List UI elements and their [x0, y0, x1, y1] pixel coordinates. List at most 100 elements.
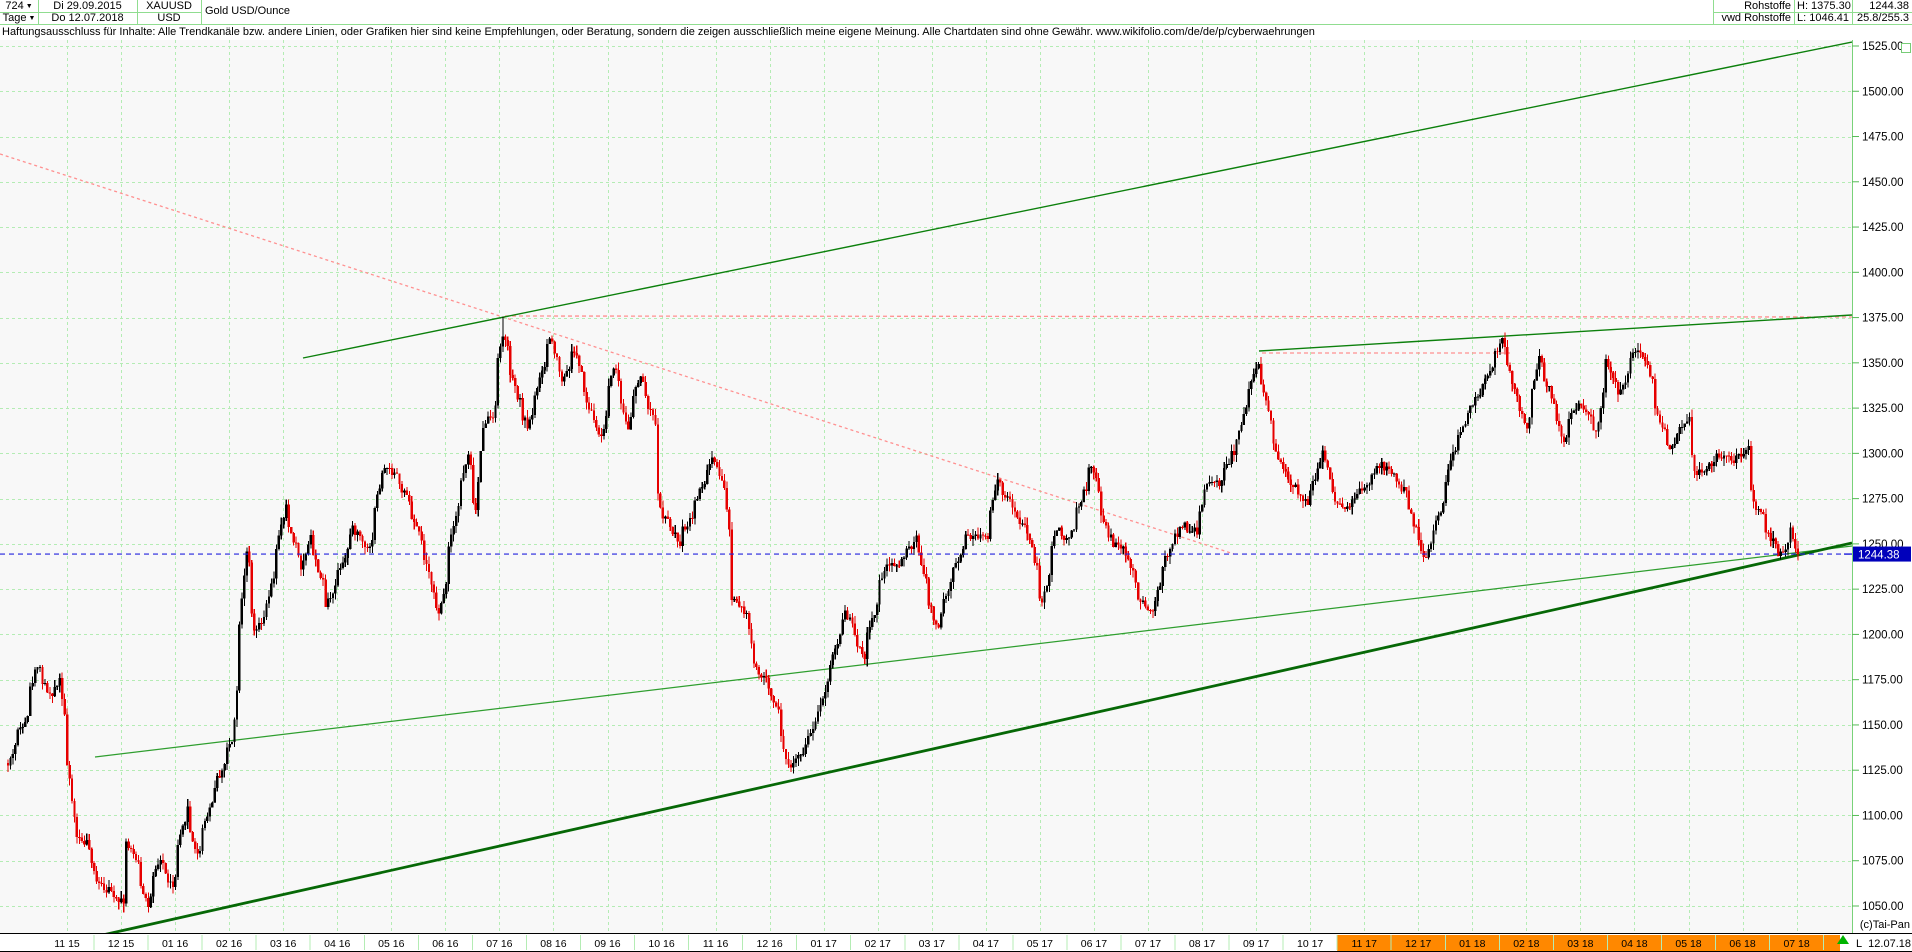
ohlc-bar [177, 840, 179, 880]
ohlc-bar [1137, 582, 1139, 601]
ohlc-bar [1605, 354, 1607, 397]
x-axis-label: 11 16 [703, 938, 729, 950]
ohlc-bar [191, 831, 193, 842]
x-axis-label: 03 18 [1567, 938, 1593, 950]
ohlc-bar [928, 577, 930, 609]
ohlc-bar [201, 824, 203, 854]
x-axis-label: 02 17 [865, 938, 891, 950]
y-axis-label: 1450.00 [1862, 177, 1904, 189]
y-axis-label: 1100.00 [1862, 810, 1903, 822]
ohlc-bar [374, 506, 376, 544]
copyright-label: (c)Tai-Pan [1860, 919, 1910, 931]
y-axis-label: 1400.00 [1862, 267, 1904, 279]
ohlc-bar [125, 838, 127, 906]
x-axis-label: 01 16 [162, 938, 188, 950]
ohlc-bar [1750, 441, 1752, 491]
y-axis-label: 1525.00 [1862, 41, 1904, 53]
x-axis-label: 02 16 [216, 938, 242, 950]
x-axis-label: 09 17 [1243, 938, 1269, 950]
ohlc-bar [918, 534, 920, 556]
ohlc-bar [164, 863, 166, 874]
ohlc-bar [659, 492, 661, 509]
x-axis-label: 08 16 [540, 938, 566, 950]
ohlc-bar [610, 375, 612, 387]
x-axis-label: 05 18 [1675, 938, 1701, 950]
y-axis-label: 1225.00 [1862, 584, 1904, 596]
last-marker-label: L [1856, 938, 1862, 950]
ohlc-bar [1186, 521, 1188, 533]
ohlc-bar [699, 487, 701, 501]
x-axis-label: 07 18 [1783, 938, 1809, 950]
x-axis-label: 03 17 [919, 938, 945, 950]
ohlc-bar [317, 559, 319, 572]
y-axis-label: 1275.00 [1862, 494, 1904, 506]
ohlc-bar [29, 682, 31, 716]
ohlc-bar [1088, 464, 1090, 494]
ohlc-bar [1523, 413, 1525, 425]
ohlc-bar [940, 612, 942, 629]
y-axis-label: 1375.00 [1862, 313, 1904, 325]
x-axis-label: 06 17 [1081, 938, 1107, 950]
y-axis-label: 1325.00 [1862, 403, 1904, 415]
y-axis-label: 1075.00 [1862, 856, 1904, 868]
ohlc-bar [1442, 502, 1444, 515]
y-axis-label: 1200.00 [1862, 629, 1904, 641]
x-axis-label: 12 17 [1405, 938, 1431, 950]
ohlc-bar [657, 418, 659, 501]
x-axis-label: 12 16 [757, 938, 783, 950]
ohlc-bar [480, 451, 482, 482]
ohlc-bar [497, 354, 499, 409]
x-axis-label: 12 15 [108, 938, 134, 950]
ohlc-bar [275, 544, 277, 584]
plot-background [0, 40, 1852, 933]
x-axis-label: 04 16 [324, 938, 350, 950]
y-axis-label: 1350.00 [1862, 358, 1904, 370]
ohlc-bar [516, 385, 518, 402]
y-axis: 1525.00 1500.00 1475.00 1450.00 1425.00 1400.… [1852, 41, 1904, 913]
ohlc-bar [1676, 433, 1678, 444]
x-axis-label: 07 17 [1135, 938, 1161, 950]
ohlc-bar [66, 708, 68, 766]
price-chart-canvas: 1525.00 1500.00 1475.00 1450.00 1425.00 1400.… [0, 0, 1912, 952]
x-axis-label: 11 17 [1351, 938, 1377, 950]
x-axis-label: 10 17 [1297, 938, 1323, 950]
ohlc-bar [1462, 425, 1464, 432]
axis-handle-icon[interactable] [1902, 44, 1911, 53]
ohlc-bar [731, 522, 733, 606]
x-axis-label: 04 18 [1621, 938, 1647, 950]
y-axis-label: 1425.00 [1862, 222, 1904, 234]
y-axis-label: 1500.00 [1862, 86, 1904, 98]
ohlc-bar [447, 542, 449, 592]
y-axis-label: 1300.00 [1862, 448, 1904, 460]
x-axis-label: 02 18 [1513, 938, 1539, 950]
ohlc-bar [1112, 533, 1114, 548]
ohlc-bar [1070, 530, 1072, 539]
tai-pan-chart-window: 724▼ Tage▼ Di 29.09.2015 Do 12.07.2018 X… [0, 0, 1912, 952]
x-axis-label: 05 16 [378, 938, 404, 950]
ohlc-bar [17, 727, 19, 746]
ohlc-bar [1329, 467, 1331, 480]
current-price-badge-text: 1244.38 [1858, 550, 1900, 562]
ohlc-bar [989, 507, 991, 542]
ohlc-bar [1058, 527, 1060, 531]
x-axis-label: 07 16 [486, 938, 512, 950]
ohlc-bar [297, 543, 299, 558]
last-date-label: 12.07.18 [1868, 938, 1911, 950]
x-axis-label: 06 18 [1729, 938, 1755, 950]
y-axis-label: 1475.00 [1862, 132, 1904, 144]
ohlc-bar [460, 478, 462, 510]
ohlc-bar [238, 622, 240, 693]
y-axis-label: 1150.00 [1862, 720, 1903, 732]
y-axis-label: 1125.00 [1862, 765, 1903, 777]
x-axis-label: 06 16 [432, 938, 458, 950]
x-axis-label: 03 16 [270, 938, 296, 950]
x-axis-label: 05 17 [1027, 938, 1053, 950]
ohlc-bar [534, 392, 536, 418]
x-axis-label: 04 17 [973, 938, 999, 950]
x-axis-label: 10 16 [648, 938, 674, 950]
x-axis-label: 08 17 [1189, 938, 1215, 950]
ohlc-bar [1056, 530, 1058, 536]
ohlc-bar [440, 601, 442, 614]
ohlc-bar [251, 560, 253, 617]
x-axis-label: 01 17 [811, 938, 837, 950]
